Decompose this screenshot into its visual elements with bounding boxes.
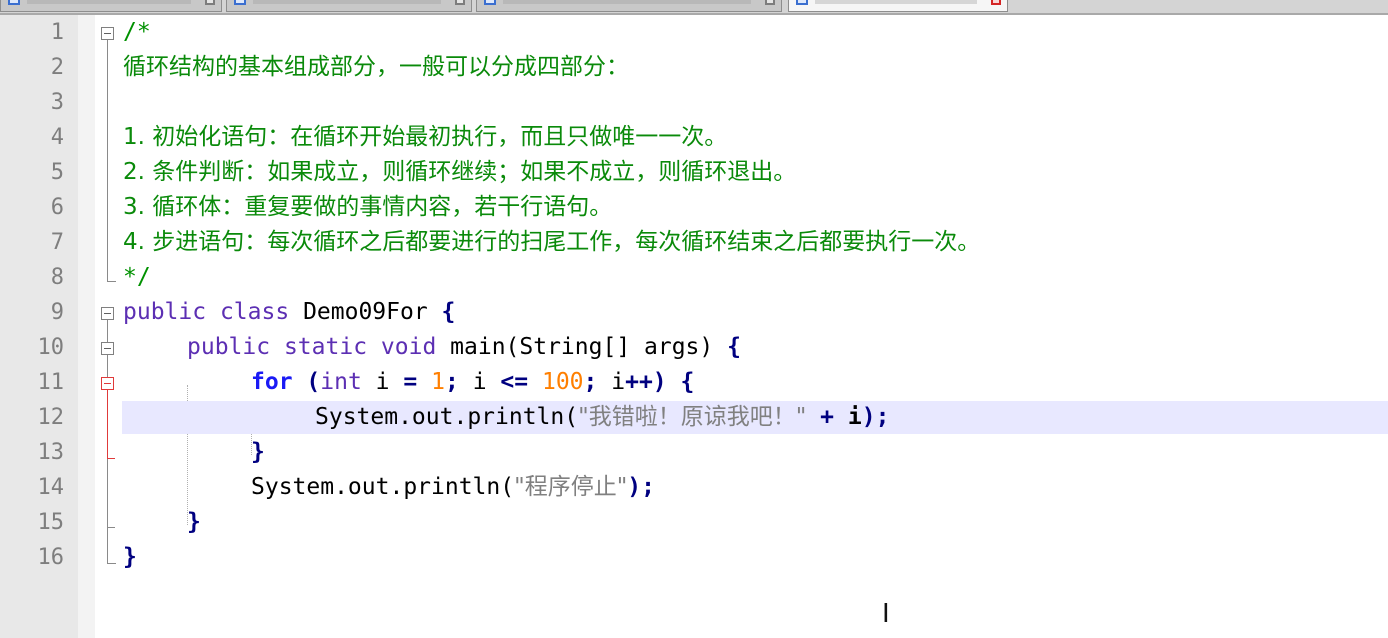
- code-text: 1. 初始化语句：在循环开始最初执行，而且只做唯一一次。: [123, 124, 728, 150]
- keyword: void: [380, 334, 437, 360]
- line-number: 4: [50, 125, 64, 150]
- operator: +: [820, 404, 834, 430]
- code-line[interactable]: 6 3. 循环体：重复要做的事情内容，若干行语句。: [0, 190, 1388, 225]
- line-number: 10: [37, 335, 65, 360]
- method-call: System.out.println(: [251, 474, 515, 500]
- code-line[interactable]: 4 1. 初始化语句：在循环开始最初执行，而且只做唯一一次。: [0, 120, 1388, 155]
- keyword: static: [283, 334, 368, 360]
- code-line[interactable]: 15 }: [0, 505, 1388, 540]
- line-number: 12: [37, 405, 65, 430]
- tab-label: [27, 0, 191, 4]
- keyword: int: [320, 369, 362, 395]
- line-number: 3: [50, 90, 64, 115]
- semicolon: ;: [444, 369, 459, 395]
- file-icon: [234, 0, 246, 5]
- class-name: Demo09For: [303, 299, 428, 325]
- editor-tab-active[interactable]: [788, 0, 1008, 12]
- operator: =: [403, 369, 418, 395]
- code-line[interactable]: 13 }: [0, 435, 1388, 470]
- code-line[interactable]: 5 2. 条件判断：如果成立，则循环继续；如果不成立，则循环退出。: [0, 155, 1388, 190]
- keyword: class: [219, 299, 290, 325]
- line-number: 16: [37, 545, 65, 570]
- code-line[interactable]: 10 public static void main(String[] args…: [0, 330, 1388, 365]
- keyword: for: [251, 369, 293, 395]
- code-text: System.out.println("程序停止");: [251, 470, 655, 505]
- close-icon[interactable]: [205, 0, 215, 5]
- brace: }: [123, 544, 137, 570]
- line-number: 15: [37, 510, 65, 535]
- line-number: 7: [50, 230, 64, 255]
- code-line-current[interactable]: 12 System.out.println("我错啦！原谅我吧！" + i);: [0, 400, 1388, 435]
- operator: <=: [500, 369, 529, 395]
- code-text: */: [123, 264, 151, 290]
- number: 1: [431, 369, 445, 395]
- brace: {: [441, 299, 456, 325]
- line-number: 1: [50, 20, 64, 45]
- code-line[interactable]: 14 System.out.println("程序停止");: [0, 470, 1388, 505]
- string-literal: "程序停止": [514, 474, 628, 500]
- file-icon: [8, 0, 20, 5]
- file-icon: [484, 0, 496, 5]
- tab-label: [815, 0, 977, 4]
- brace: {: [680, 369, 695, 395]
- line-number: 14: [37, 475, 65, 500]
- brace: {: [727, 334, 741, 360]
- number: 100: [541, 369, 584, 395]
- line-number: 5: [50, 160, 64, 185]
- variable: i: [375, 369, 390, 395]
- code-text: 3. 循环体：重复要做的事情内容，若干行语句。: [123, 194, 613, 220]
- line-number: 9: [50, 300, 64, 325]
- tab-bar: [0, 0, 1388, 15]
- close-icon[interactable]: [991, 0, 1001, 5]
- keyword: public: [187, 334, 271, 360]
- brace: }: [187, 509, 201, 535]
- statement-end: );: [627, 474, 655, 500]
- variable: i: [611, 369, 626, 395]
- line-number: 11: [37, 370, 65, 395]
- code-line[interactable]: 1 /*: [0, 15, 1388, 50]
- operator: ++: [625, 369, 653, 395]
- line-number: 8: [50, 265, 64, 290]
- paren: ): [652, 369, 667, 395]
- code-line[interactable]: 2 循环结构的基本组成部分，一般可以分成四部分：: [0, 50, 1388, 85]
- code-text: 4. 步进语句：每次循环之后都要进行的扫尾工作，每次循环结束之后都要执行一次。: [123, 229, 981, 255]
- variable: i: [847, 404, 862, 430]
- line-number: 6: [50, 195, 64, 220]
- editor-tab[interactable]: [226, 0, 472, 12]
- code-editor[interactable]: 1 /* 2 循环结构的基本组成部分，一般可以分成四部分： 3 4 1. 初始化…: [0, 15, 1388, 638]
- method-signature: main(String[] args): [450, 334, 714, 360]
- text-cursor-icon: I: [882, 599, 890, 629]
- code-text: 2. 条件判断：如果成立，则循环继续；如果不成立，则循环退出。: [123, 159, 797, 185]
- code-line[interactable]: 9 public class Demo09For {: [0, 295, 1388, 330]
- code-text: public class Demo09For {: [123, 295, 455, 330]
- file-icon: [796, 0, 808, 5]
- code-line[interactable]: 11 for (int i = 1; i <= 100; i++) {: [0, 365, 1388, 400]
- code-line[interactable]: 8 */: [0, 260, 1388, 295]
- code-text: /*: [123, 19, 151, 45]
- editor-tab[interactable]: [0, 0, 222, 12]
- brace: }: [251, 439, 265, 465]
- statement-end: );: [861, 404, 890, 430]
- tab-label: [253, 0, 441, 4]
- variable: i: [472, 369, 487, 395]
- paren: (: [306, 369, 321, 395]
- semicolon: ;: [583, 369, 598, 395]
- method-call: System.out.println(: [315, 404, 579, 430]
- code-text: 循环结构的基本组成部分，一般可以分成四部分：: [123, 54, 629, 80]
- code-line[interactable]: 16 }: [0, 540, 1388, 575]
- keyword: public: [123, 299, 207, 325]
- line-number: 13: [37, 440, 65, 465]
- close-icon[interactable]: [765, 0, 775, 5]
- close-icon[interactable]: [455, 0, 465, 5]
- code-line[interactable]: 7 4. 步进语句：每次循环之后都要进行的扫尾工作，每次循环结束之后都要执行一次…: [0, 225, 1388, 260]
- code-text: public static void main(String[] args) {: [187, 330, 741, 365]
- code-text: for (int i = 1; i <= 100; i++) {: [251, 365, 694, 400]
- code-text: System.out.println("我错啦！原谅我吧！" + i);: [315, 400, 889, 435]
- tab-label: [503, 0, 751, 4]
- line-number: 2: [50, 55, 64, 80]
- editor-tab[interactable]: [476, 0, 782, 12]
- string-literal: "我错啦！原谅我吧！": [578, 404, 807, 430]
- code-line[interactable]: 3: [0, 85, 1388, 120]
